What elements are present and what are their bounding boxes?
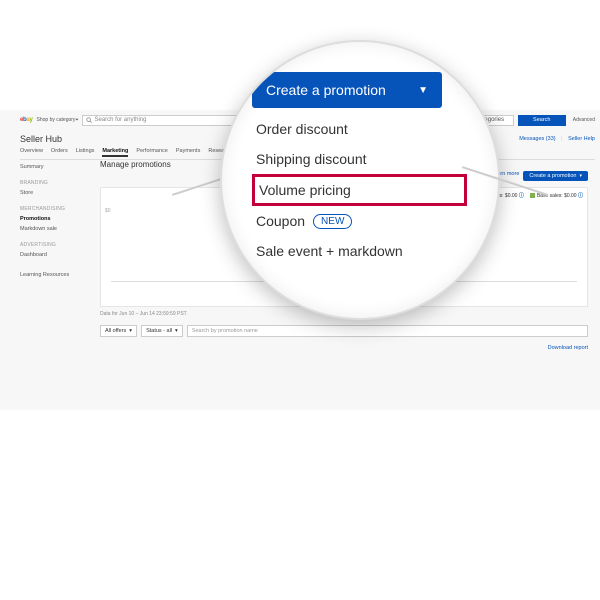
tab-performance[interactable]: Performance: [136, 148, 168, 157]
filter-offers-select[interactable]: All offers▾: [100, 325, 137, 337]
sidebar-heading-advertising: ADVERTISING: [20, 242, 90, 248]
chevron-down-icon: ▾: [175, 328, 178, 334]
caret-down-icon: ▼: [418, 85, 428, 96]
new-badge: NEW: [313, 214, 352, 229]
sidebar-item-promotions[interactable]: Promotions: [20, 216, 90, 222]
search-promotions-input[interactable]: Search by promotion name: [187, 325, 588, 337]
caret-down-icon: ▾: [579, 173, 582, 179]
legend-base-sales: Base sales: $0.00 ⓘ: [530, 192, 583, 199]
page-title: Seller Hub: [20, 134, 62, 144]
menu-item-coupon[interactable]: Coupon NEW: [252, 206, 467, 236]
create-promotion-button-zoom[interactable]: Create a promotion ▼: [252, 72, 442, 108]
sidebar-item-markdown-sale[interactable]: Markdown sale: [20, 226, 90, 232]
filter-status-select[interactable]: Status - all▾: [141, 325, 183, 337]
tab-payments[interactable]: Payments: [176, 148, 200, 157]
advanced-link[interactable]: Advanced: [573, 117, 595, 123]
menu-item-shipping-discount[interactable]: Shipping discount: [252, 144, 467, 174]
sidebar-heading-merchandising: MERCHANDISING: [20, 206, 90, 212]
search-button[interactable]: Search: [518, 115, 566, 126]
menu-item-volume-pricing[interactable]: Volume pricing: [252, 174, 467, 206]
download-report-link[interactable]: Download report: [100, 345, 588, 351]
sidebar-item-dashboard[interactable]: Dashboard: [20, 252, 90, 258]
info-icon[interactable]: ⓘ: [519, 193, 524, 199]
messages-link[interactable]: Messages (33): [519, 136, 555, 142]
tab-listings[interactable]: Listings: [76, 148, 95, 157]
info-icon[interactable]: ⓘ: [578, 193, 583, 199]
chevron-down-icon: ▾: [129, 328, 132, 334]
ebay-logo[interactable]: ebay: [20, 117, 33, 123]
seller-help-link[interactable]: Seller Help: [568, 136, 595, 142]
sidebar-heading-branding: BRANDING: [20, 180, 90, 186]
tab-orders[interactable]: Orders: [51, 148, 68, 157]
shop-by-category[interactable]: Shop by category▾: [37, 117, 79, 123]
sidebar-item-store[interactable]: Store: [20, 190, 90, 196]
sidebar-item-learning[interactable]: Learning Resources: [20, 272, 90, 278]
tab-marketing[interactable]: Marketing: [102, 148, 128, 157]
menu-item-order-discount[interactable]: Order discount: [252, 114, 467, 144]
sidebar: Summary BRANDING Store MERCHANDISING Pro…: [20, 160, 90, 278]
sidebar-item-summary[interactable]: Summary: [20, 164, 90, 170]
tab-overview[interactable]: Overview: [20, 148, 43, 157]
chevron-down-icon: ▾: [75, 118, 78, 122]
y-axis-label: $0: [105, 208, 111, 286]
search-icon: [86, 117, 92, 123]
menu-item-sale-event-markdown[interactable]: Sale event + markdown: [252, 236, 467, 266]
create-promotion-menu: Order discount Shipping discount Volume …: [252, 114, 467, 266]
create-promotion-button[interactable]: Create a promotion▾: [523, 171, 588, 181]
magnifier: Create a promotion ▼ Order discount Ship…: [220, 40, 500, 320]
